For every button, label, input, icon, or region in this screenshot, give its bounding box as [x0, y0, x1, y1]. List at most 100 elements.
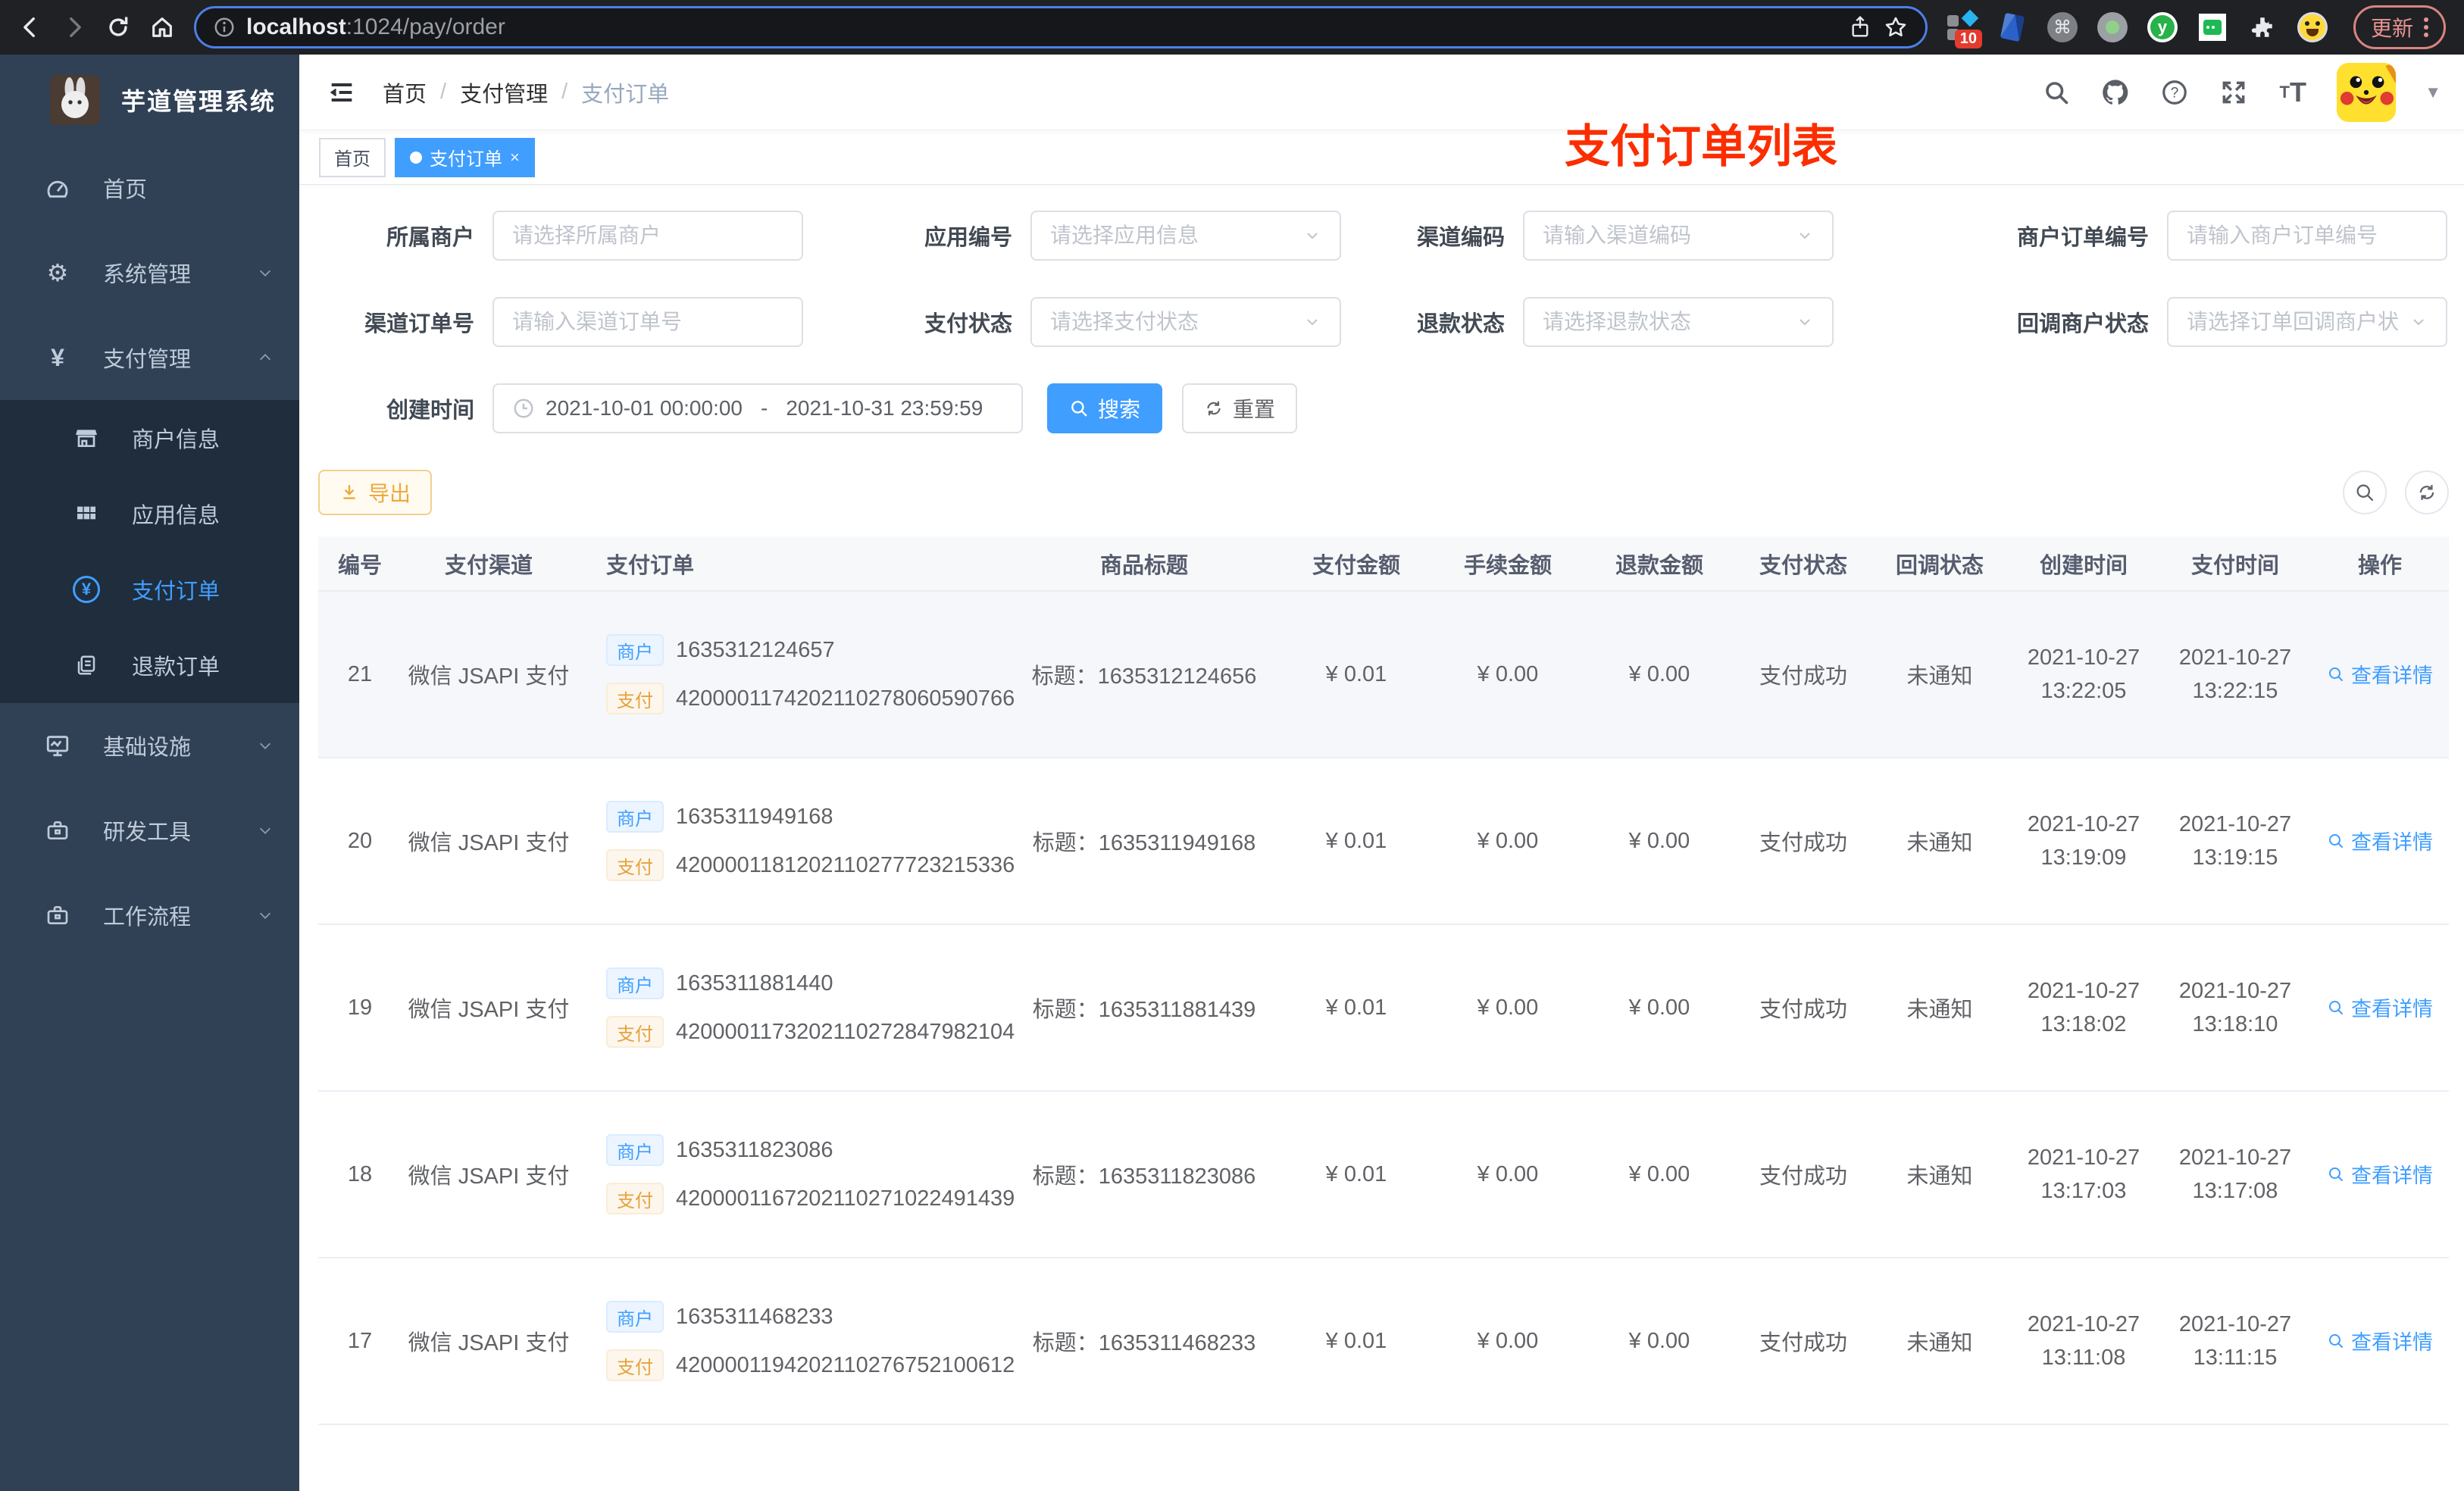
tab-manager-extension-icon[interactable]: 10	[1946, 9, 1982, 48]
chevron-down-icon	[257, 907, 274, 924]
sidebar-item-home[interactable]: 首页	[0, 145, 299, 230]
toggle-search-button[interactable]	[2343, 470, 2387, 514]
view-detail-link[interactable]: 查看详情	[2327, 1326, 2433, 1355]
shop-icon	[71, 426, 102, 450]
table-row: 17 微信 JSAPI 支付 商户 1635311468233 支付 4200001…	[318, 1258, 2449, 1425]
grid-icon	[71, 502, 102, 526]
status-badge: 支付成功	[1735, 591, 1871, 758]
help-icon[interactable]: ?	[2159, 77, 2190, 108]
bookmark-star-icon[interactable]	[1883, 14, 1909, 40]
font-size-icon[interactable]: TT	[2278, 77, 2308, 108]
recorder-extension-icon[interactable]	[2097, 12, 2128, 42]
breadcrumb-home[interactable]: 首页	[383, 77, 427, 108]
pay-tag: 支付	[606, 1349, 664, 1381]
refresh-button[interactable]	[2405, 470, 2449, 514]
sidebar-item-workflow[interactable]: 工作流程	[0, 873, 299, 958]
table-row: 19 微信 JSAPI 支付 商户 1635311881440 支付 4200001…	[318, 924, 2449, 1092]
status-badge: 支付成功	[1735, 924, 1871, 1092]
merchant-tag: 商户	[606, 1134, 664, 1166]
app-logo-row[interactable]: 芋道管理系统	[0, 55, 299, 145]
search-button[interactable]: 搜索	[1047, 383, 1162, 433]
browser-reload-button[interactable]	[98, 8, 138, 47]
emoji-extension-icon[interactable]	[2297, 12, 2328, 42]
share-icon[interactable]	[1848, 15, 1872, 39]
chevron-down-icon	[1796, 313, 1814, 331]
yen-icon: ¥	[51, 343, 64, 371]
github-icon[interactable]	[2100, 77, 2131, 108]
merchant-order-filter-label: 商户订单编号	[2016, 226, 2149, 250]
sidebar-item-dev-tools[interactable]: 研发工具	[0, 788, 299, 873]
created-time-filter-label: 创建时间	[386, 399, 474, 423]
chevron-down-icon	[1303, 313, 1321, 331]
clock-icon	[512, 397, 535, 420]
kite-extension-icon[interactable]	[1997, 12, 2028, 42]
user-avatar[interactable]	[2337, 62, 2397, 122]
sidebar-item-system[interactable]: ⚙ 系统管理	[0, 230, 299, 315]
payment-submenu: 商户信息 应用信息 ¥ 支付订单 退款订单	[0, 400, 299, 703]
merchant-tag: 商户	[606, 967, 664, 999]
chevron-down-icon	[257, 737, 274, 754]
export-button[interactable]: 导出	[318, 470, 433, 515]
site-info-icon[interactable]	[213, 16, 236, 39]
sidebar-item-pay-orders[interactable]: ¥ 支付订单	[0, 552, 299, 627]
notify-status-filter-label: 回调商户状态	[2016, 312, 2149, 336]
sidebar-item-refund-orders[interactable]: 退款订单	[0, 627, 299, 703]
chevron-down-icon	[1796, 227, 1814, 245]
merchant-filter-input[interactable]	[492, 211, 803, 261]
browser-update-button[interactable]: 更新	[2353, 5, 2446, 49]
fullscreen-icon[interactable]	[2219, 77, 2249, 108]
chat-extension-icon[interactable]	[2197, 12, 2228, 42]
y-extension-icon[interactable]: y	[2147, 12, 2178, 42]
breadcrumb: 首页 / 支付管理 / 支付订单	[383, 77, 669, 108]
merchant-order-no: 1635311468233	[676, 1304, 833, 1329]
briefcase-icon	[42, 903, 73, 927]
date-end[interactable]: 2021-10-31 23:59:59	[786, 396, 983, 420]
date-start[interactable]: 2021-10-01 00:00:00	[546, 396, 743, 420]
tag-pay-orders[interactable]: 支付订单 ×	[395, 137, 535, 177]
table-header-row: 编号 支付渠道 支付订单 商品标题 支付金额 手续金额 退款金额 支付状态 回调…	[318, 536, 2449, 592]
browser-forward-button[interactable]	[55, 8, 94, 47]
browser-back-button[interactable]	[11, 8, 50, 47]
sidebar-item-infrastructure[interactable]: 基础设施	[0, 703, 299, 788]
sidebar-item-merchant-info[interactable]: 商户信息	[0, 400, 299, 476]
sidebar-item-app-info[interactable]: 应用信息	[0, 476, 299, 552]
reset-button[interactable]: 重置	[1182, 383, 1297, 433]
extensions-puzzle-icon[interactable]	[2247, 12, 2278, 42]
tag-home[interactable]: 首页	[319, 137, 386, 177]
svg-text:?: ?	[2171, 85, 2179, 101]
breadcrumb-parent[interactable]: 支付管理	[460, 77, 548, 108]
url-text: localhost:1024/pay/order	[246, 14, 505, 39]
merchant-tag: 商户	[606, 801, 664, 833]
briefcase-icon	[42, 818, 73, 842]
pay-status-filter-select[interactable]	[1030, 297, 1341, 347]
dashboard-icon	[42, 175, 73, 201]
search-icon[interactable]	[2041, 77, 2072, 108]
command-extension-icon[interactable]: ⌘	[2047, 12, 2078, 42]
close-icon[interactable]: ×	[510, 148, 520, 167]
view-detail-link[interactable]: 查看详情	[2327, 992, 2433, 1022]
browser-menu-icon[interactable]	[2424, 17, 2428, 37]
table-row: 20 微信 JSAPI 支付 商户 1635311949168 支付 4200001…	[318, 758, 2449, 925]
channel-code-filter-label: 渠道编码	[1416, 226, 1505, 250]
channel-order-filter-input[interactable]	[492, 297, 803, 347]
sidebar-item-payment[interactable]: ¥ 支付管理	[0, 315, 299, 400]
pay-order-no: 4200001174202110278060590766	[676, 686, 1015, 711]
view-detail-link[interactable]: 查看详情	[2327, 659, 2433, 689]
refund-status-filter-select[interactable]	[1523, 297, 1834, 347]
avatar-caret-icon[interactable]: ▼	[2425, 83, 2441, 102]
chevron-down-icon	[2409, 313, 2428, 331]
pay-order-no: 4200001173202110272847982104	[676, 1019, 1015, 1044]
extension-badge: 10	[1954, 30, 1982, 48]
date-range-picker[interactable]: 2021-10-01 00:00:00 - 2021-10-31 23:59:5…	[492, 383, 1023, 433]
channel-code-filter-select[interactable]	[1523, 211, 1834, 261]
merchant-order-filter-input[interactable]	[2167, 211, 2447, 261]
app-no-filter-select[interactable]	[1030, 211, 1341, 261]
app-title: 芋道管理系统	[121, 88, 277, 115]
browser-home-button[interactable]	[142, 8, 182, 47]
notify-status-filter-select[interactable]	[2167, 297, 2447, 347]
sidebar-toggle-icon[interactable]	[327, 77, 357, 108]
pay-order-no: 4200001167202110271022491439	[676, 1186, 1015, 1211]
address-bar[interactable]: localhost:1024/pay/order	[194, 6, 1928, 48]
view-detail-link[interactable]: 查看详情	[2327, 826, 2433, 855]
view-detail-link[interactable]: 查看详情	[2327, 1159, 2433, 1189]
